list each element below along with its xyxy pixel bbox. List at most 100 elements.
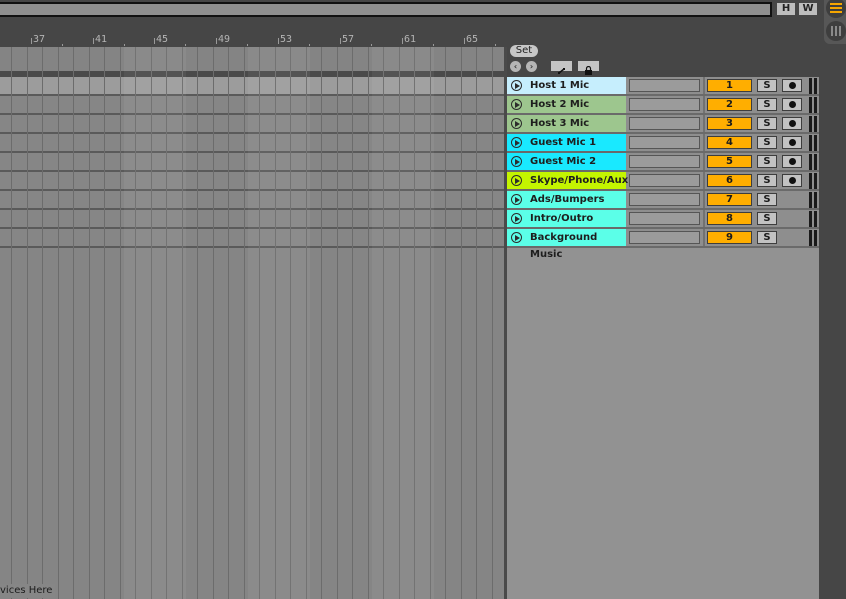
- ruler-subtick: [309, 44, 310, 46]
- fit-height-button[interactable]: H: [777, 3, 795, 15]
- column-divider: [703, 115, 705, 132]
- arm-record-button[interactable]: [782, 98, 802, 111]
- track-name[interactable]: Host 2 Mic: [507, 96, 626, 113]
- arm-record-button[interactable]: [782, 174, 802, 187]
- track-header[interactable]: Guest Mic 1 4S: [507, 134, 819, 153]
- play-icon[interactable]: [511, 232, 522, 243]
- play-icon[interactable]: [511, 80, 522, 91]
- play-icon[interactable]: [511, 213, 522, 224]
- track-header[interactable]: Host 1 Mic 1 S: [507, 77, 819, 96]
- track-name[interactable]: Ads/Bumpers: [507, 191, 626, 208]
- ruler-tick: [402, 38, 403, 44]
- track-activator-button[interactable]: 1: [707, 79, 752, 92]
- arrow-left-icon: ‹: [513, 62, 518, 71]
- track-io-box[interactable]: [629, 79, 700, 92]
- track-io-box[interactable]: [629, 193, 700, 206]
- lock-button[interactable]: [578, 61, 599, 75]
- arm-record-button[interactable]: [782, 155, 802, 168]
- fit-width-button[interactable]: W: [799, 3, 817, 15]
- play-icon[interactable]: [511, 137, 522, 148]
- ruler-tick: [154, 38, 155, 44]
- fold-icon: [558, 68, 565, 74]
- play-icon[interactable]: [511, 99, 522, 110]
- ruler-subtick: [185, 44, 186, 46]
- track-name[interactable]: Intro/Outro Music: [507, 210, 626, 241]
- track-activator-button[interactable]: 3: [707, 117, 752, 130]
- track-activator-button[interactable]: 4: [707, 136, 752, 149]
- ruler-bar-label: 37: [33, 34, 46, 45]
- arm-record-button[interactable]: [782, 136, 802, 149]
- solo-button[interactable]: S: [757, 174, 777, 187]
- track-activator-button[interactable]: 6: [707, 174, 752, 187]
- grid-line: [445, 47, 446, 599]
- arm-record-button[interactable]: [782, 117, 802, 130]
- track-io-box[interactable]: [629, 136, 700, 149]
- track-activator-button[interactable]: 7: [707, 193, 752, 206]
- level-meter: [809, 97, 817, 113]
- track-header[interactable]: Host 3 Mic 3 S: [507, 115, 819, 134]
- record-icon: [789, 158, 796, 165]
- solo-button[interactable]: S: [757, 79, 777, 92]
- grid-line: [321, 47, 322, 599]
- track-io-box[interactable]: [629, 231, 700, 244]
- track-name[interactable]: Host 1 Mic: [507, 77, 626, 94]
- grid-line: [243, 47, 245, 599]
- arrangement-area[interactable]: vices Here: [0, 47, 506, 599]
- track-header[interactable]: Intro/Outro Music 8S: [507, 210, 819, 241]
- grid-line: [26, 47, 28, 599]
- solo-button[interactable]: S: [757, 231, 777, 244]
- solo-button[interactable]: S: [757, 98, 777, 111]
- ruler-tick: [340, 38, 341, 44]
- play-icon[interactable]: [511, 156, 522, 167]
- solo-button[interactable]: S: [757, 193, 777, 206]
- fold-button[interactable]: [551, 61, 572, 74]
- track-header[interactable]: Ads/Bumpers 7 S: [507, 191, 819, 210]
- level-meter: [809, 78, 817, 94]
- track-name[interactable]: Background Music: [507, 229, 626, 260]
- play-icon[interactable]: [511, 175, 522, 186]
- grid-line: [336, 47, 338, 599]
- track-io-box[interactable]: [629, 117, 700, 130]
- grid-line: [119, 47, 121, 599]
- track-activator-button[interactable]: 5: [707, 155, 752, 168]
- solo-button[interactable]: S: [757, 212, 777, 225]
- track-header[interactable]: Background Music 9 S: [507, 229, 819, 260]
- column-divider: [703, 96, 705, 113]
- play-icon[interactable]: [511, 118, 522, 129]
- ruler-subtick: [124, 44, 125, 46]
- session-view-icon[interactable]: [826, 21, 846, 41]
- track-header[interactable]: Guest Mic 2 5S: [507, 153, 819, 172]
- previous-locator-button[interactable]: ‹: [510, 61, 521, 72]
- solo-button[interactable]: S: [757, 117, 777, 130]
- track-activator-button[interactable]: 8: [707, 212, 752, 225]
- track-activator-button[interactable]: 9: [707, 231, 752, 244]
- next-locator-button[interactable]: ›: [526, 61, 537, 72]
- beat-time-ruler[interactable]: 37 41 45 49 53 57 61 65: [0, 30, 506, 47]
- track-header[interactable]: Skype/Phone/Aux 6 S: [507, 172, 819, 191]
- solo-button[interactable]: S: [757, 136, 777, 149]
- track-name[interactable]: Skype/Phone/Aux: [507, 172, 628, 189]
- track-name[interactable]: Host 3 Mic: [507, 115, 626, 132]
- track-io-box[interactable]: [629, 174, 700, 187]
- set-locator-button[interactable]: Set: [510, 45, 538, 57]
- grid-line: [367, 47, 369, 599]
- track-io-box[interactable]: [629, 155, 700, 168]
- track-name[interactable]: Guest Mic 1: [507, 134, 626, 151]
- solo-button[interactable]: S: [757, 155, 777, 168]
- ruler-bar-label: 65: [466, 34, 479, 45]
- track-name[interactable]: Guest Mic 2: [507, 153, 626, 170]
- play-icon[interactable]: [511, 194, 522, 205]
- ruler-bar-label: 49: [218, 34, 231, 45]
- ruler-subtick: [247, 44, 248, 46]
- record-icon: [789, 120, 796, 127]
- track-io-box[interactable]: [629, 98, 700, 111]
- grid-line: [57, 47, 59, 599]
- overview-bar[interactable]: [0, 2, 772, 17]
- arm-record-button[interactable]: [782, 79, 802, 92]
- bar-shade: [248, 47, 310, 599]
- ruler-tick: [464, 38, 465, 44]
- track-io-box[interactable]: [629, 212, 700, 225]
- grid-line: [197, 47, 198, 599]
- track-activator-button[interactable]: 2: [707, 98, 752, 111]
- track-header[interactable]: Host 2 Mic 2 S: [507, 96, 819, 115]
